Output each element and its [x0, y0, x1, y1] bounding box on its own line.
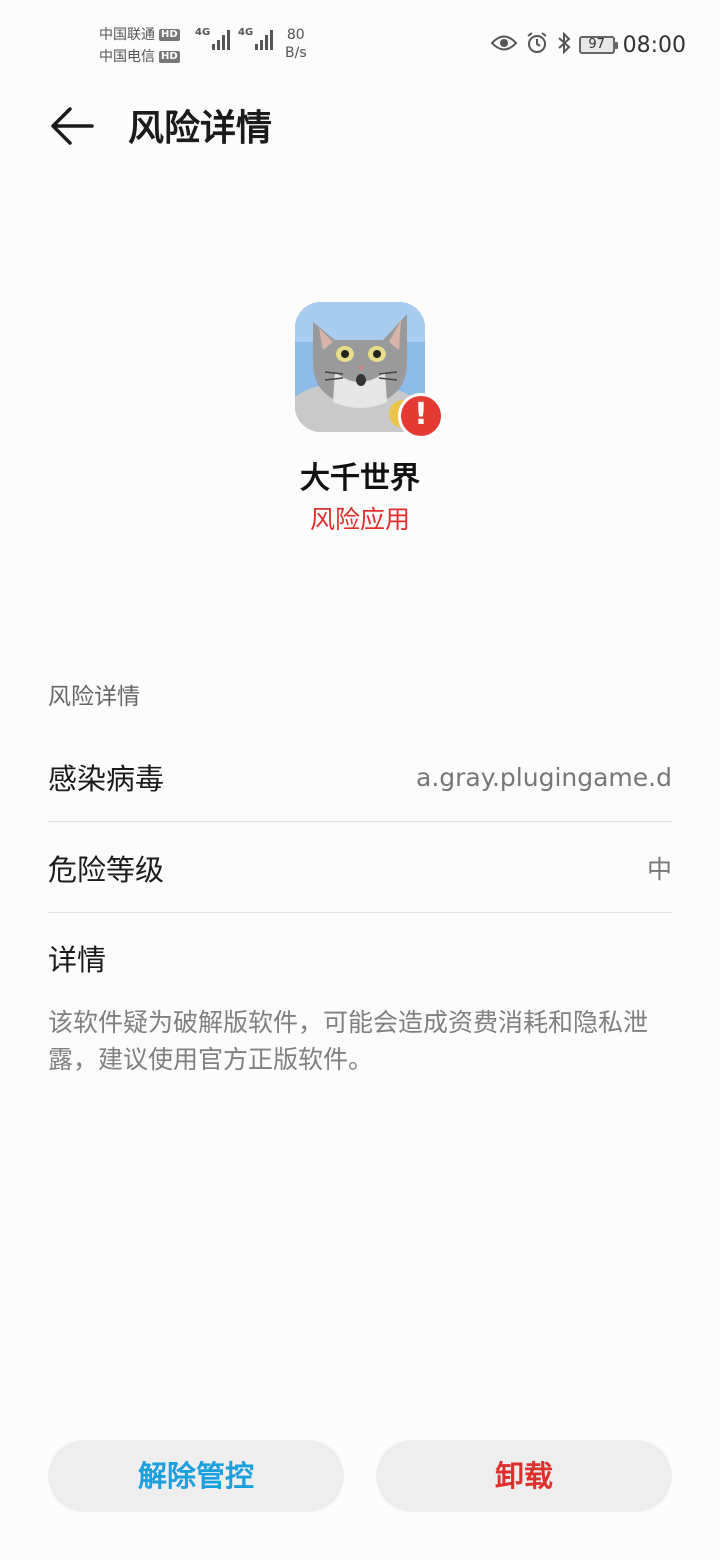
app-risk-status: 风险应用: [309, 505, 410, 534]
detail-value: a.gray.plugingame.d: [416, 762, 672, 792]
release-control-button[interactable]: 解除管控: [48, 1440, 344, 1512]
back-arrow-icon: [50, 106, 94, 150]
uninstall-button[interactable]: 卸载: [376, 1440, 672, 1512]
carrier-1-name: 中国联通: [99, 27, 155, 43]
hd-badge: HD: [159, 29, 180, 41]
divider: [48, 821, 672, 822]
detail-value: 中: [646, 855, 672, 884]
section-label-risk-details: 风险详情: [48, 684, 140, 710]
back-button[interactable]: [44, 100, 100, 156]
eye-icon: [490, 34, 517, 56]
carrier-info: 中国联通 HD 中国电信 HD: [99, 24, 180, 68]
page-title: 风险详情: [128, 108, 273, 149]
app-name: 大千世界: [300, 461, 420, 496]
description-text: 该软件疑为破解版软件，可能会造成资费消耗和隐私泄露，建议使用官方正版软件。: [48, 1008, 649, 1074]
signal-1-icon: 4G: [195, 28, 231, 50]
alarm-icon: [525, 31, 549, 59]
signal-2-icon: 4G: [238, 28, 274, 50]
clock: 08:00: [622, 32, 686, 58]
network-speed: 80 B/s: [285, 27, 307, 61]
detail-row-virus: 感染病毒 a.gray.plugingame.d: [48, 732, 672, 822]
battery-icon: 97: [578, 36, 618, 54]
bluetooth-icon: [557, 31, 571, 59]
detail-row-risk-level: 危险等级 中: [48, 823, 672, 913]
divider: [48, 912, 672, 913]
description-title: 详情: [48, 943, 107, 977]
carrier-2-name: 中国电信: [99, 49, 155, 65]
detail-label: 危险等级: [48, 853, 165, 887]
hd-badge: HD: [159, 51, 180, 63]
detail-label: 感染病毒: [48, 762, 165, 796]
battery-level: 97: [588, 37, 605, 52]
risk-warning-icon: !: [398, 393, 444, 439]
status-bar: 中国联通 HD 中国电信 HD 4G 4G 80 B/s 97 08:00: [0, 0, 720, 90]
